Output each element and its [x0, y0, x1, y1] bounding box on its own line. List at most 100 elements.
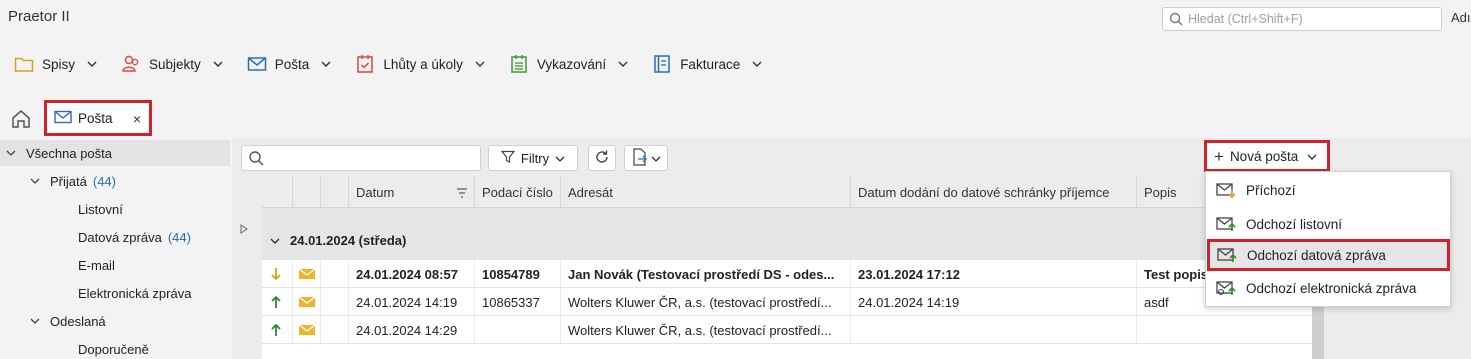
outgoing-arrow-icon	[262, 316, 292, 344]
menu-spisy[interactable]: Spisy	[14, 49, 97, 79]
column-label: Datum dodání do datové schránky příjemce	[858, 184, 1110, 200]
menu-label: Fakturace	[680, 56, 741, 72]
menu-lhuty-a-ukoly[interactable]: Lhůty a úkoly	[355, 49, 485, 79]
chevron-down-icon	[555, 151, 565, 166]
cell-adresat: Wolters Kluwer ČR, a.s. (testovací prost…	[560, 288, 850, 316]
menu-fakturace[interactable]: Fakturace	[652, 49, 762, 79]
tree-item-label: Všechna pošta	[26, 145, 113, 161]
tree-item-prijata[interactable]: Přijatá (44)	[30, 168, 116, 194]
cell-datum: 24.01.2024 08:57	[348, 260, 474, 288]
chevron-down-icon	[87, 59, 97, 69]
sort-icon[interactable]	[456, 186, 468, 201]
tree-item-odeslana[interactable]: Odeslaná	[30, 308, 106, 334]
new-post-label: Nová pošta	[1229, 148, 1299, 164]
menu-item-odchozi-datova-zprava[interactable]: Odchozí datová zpráva	[1207, 239, 1450, 271]
group-date: 24.01.2024 (středa)	[290, 233, 407, 248]
new-post-dropdown: Příchozí Odchozí listovní Odchozí datová…	[1205, 171, 1451, 307]
chevron-down-icon[interactable]	[30, 178, 42, 185]
chevron-down-icon	[651, 151, 661, 166]
filter-icon	[500, 150, 516, 167]
tree-item-label: Doporučeně	[78, 341, 149, 357]
cell-datum-dodani	[850, 316, 1136, 344]
close-icon[interactable]: ×	[133, 111, 141, 127]
cell-popis	[1136, 316, 1313, 344]
search-icon	[1169, 12, 1183, 26]
table-row[interactable]: 24.01.2024 08:57 10854789 Jan Novák (Tes…	[262, 260, 1313, 288]
col-adresat[interactable]: Adresát	[560, 176, 850, 208]
outgoing-arrow-icon	[262, 288, 292, 316]
table-row[interactable]: 24.01.2024 14:29 Wolters Kluwer ČR, a.s.…	[262, 316, 1313, 344]
chevron-down-icon	[752, 59, 762, 69]
col-datum[interactable]: Datum	[348, 176, 474, 208]
col-podaci-cislo[interactable]: Podací číslo	[474, 176, 560, 208]
main-menu: Spisy Subjekty Pošta Lhůty a úkoly Vykaz…	[0, 46, 786, 82]
export-button[interactable]	[624, 145, 668, 171]
mail-grid: Datum Podací číslo Adresát Datum dodání …	[262, 176, 1313, 359]
filter-button[interactable]: Filtry	[488, 145, 578, 171]
data-message-icon	[292, 316, 320, 344]
data-message-icon	[292, 288, 320, 316]
refresh-button[interactable]	[588, 145, 616, 171]
list-search-input[interactable]	[270, 150, 470, 164]
cell-podaci-cislo: 10865337	[474, 288, 560, 316]
filter-label: Filtry	[520, 150, 550, 166]
outgoing-electronic-message-icon	[1216, 278, 1236, 298]
tab-posta[interactable]: Pošta ×	[44, 100, 152, 136]
grid-header: Datum Podací číslo Adresát Datum dodání …	[262, 176, 1313, 208]
incoming-arrow-icon	[262, 260, 292, 288]
outgoing-letter-icon	[1216, 214, 1236, 234]
tree-item-datova-zprava[interactable]: Datová zpráva (44)	[78, 224, 191, 250]
home-icon[interactable]	[10, 108, 32, 130]
tree-item-label: Přijatá	[50, 173, 87, 189]
app-title: Praetor II	[8, 8, 70, 25]
chevron-down-icon	[213, 59, 223, 69]
global-search-input[interactable]	[1188, 12, 1428, 26]
cell-datum-dodani: 24.01.2024 14:19	[850, 288, 1136, 316]
group-label: 24.01.2024 (středa)	[270, 233, 406, 248]
unread-count: (44)	[167, 229, 191, 245]
export-icon	[632, 147, 648, 169]
user-label[interactable]: Adı	[1451, 10, 1471, 25]
table-row[interactable]: 24.01.2024 14:19 10865337 Wolters Kluwer…	[262, 288, 1313, 316]
menu-item-label: Odchozí elektronická zpráva	[1246, 280, 1417, 296]
menu-item-label: Odchozí datová zpráva	[1247, 247, 1386, 263]
chevron-down-icon[interactable]	[270, 233, 280, 248]
flag-cell	[320, 288, 348, 316]
refresh-icon	[594, 149, 610, 168]
tree-item-label: Elektronická zpráva	[78, 285, 192, 301]
menu-item-odchozi-elektronicka-zprava[interactable]: Odchozí elektronická zpráva	[1206, 272, 1452, 304]
global-search[interactable]	[1162, 7, 1442, 31]
menu-label: Lhůty a úkoly	[383, 56, 463, 72]
list-search[interactable]	[241, 145, 481, 171]
data-message-icon	[292, 260, 320, 288]
expand-all-icon[interactable]	[240, 224, 248, 237]
plus-icon: +	[1214, 146, 1224, 166]
tree-item-email[interactable]: E-mail	[78, 252, 115, 278]
tree-item-vsechna-posta[interactable]: Všechna pošta	[0, 140, 230, 166]
chevron-down-icon	[321, 59, 331, 69]
group-header-row[interactable]: 24.01.2024 (středa)	[262, 208, 1313, 260]
menu-item-odchozi-listovni[interactable]: Odchozí listovní	[1206, 208, 1452, 240]
chevron-down-icon[interactable]	[30, 318, 42, 325]
tab-label: Pošta	[78, 110, 113, 126]
new-post-button[interactable]: + Nová pošta	[1204, 140, 1330, 172]
tree-item-elektronicka-zprava[interactable]: Elektronická zpráva	[78, 280, 191, 306]
cell-datum: 24.01.2024 14:29	[348, 316, 474, 344]
column-label: Adresát	[568, 184, 613, 200]
column-label: Datum	[356, 184, 395, 200]
chevron-down-icon	[475, 59, 485, 69]
tree-item-listovni[interactable]: Listovní	[78, 196, 123, 222]
cell-adresat: Jan Novák (Testovací prostředí DS - odes…	[560, 260, 850, 288]
tree-item-label: E-mail	[78, 257, 115, 273]
tree-item-doporucene[interactable]: Doporučeně	[78, 336, 149, 359]
cell-datum: 24.01.2024 14:19	[348, 288, 474, 316]
col-datum-dodani[interactable]: Datum dodání do datové schránky příjemce	[850, 176, 1136, 208]
menu-subjekty[interactable]: Subjekty	[121, 49, 223, 79]
chevron-down-icon[interactable]	[6, 150, 18, 157]
menu-vykazovani[interactable]: Vykazování	[509, 49, 628, 79]
chevron-down-icon	[1307, 149, 1317, 164]
menu-posta[interactable]: Pošta	[247, 49, 332, 79]
column-label: Podací číslo	[482, 184, 553, 200]
menu-item-prichozi[interactable]: Příchozí	[1206, 174, 1452, 206]
people-icon	[121, 54, 141, 74]
